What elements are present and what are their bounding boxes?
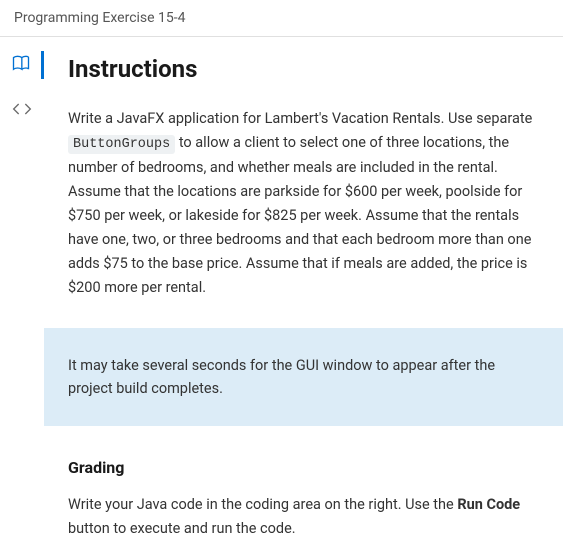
grading-text-b: button to execute and run the code.: [68, 520, 296, 537]
grading-text-a: Write your Java code in the coding area …: [68, 496, 457, 513]
tab-code[interactable]: [0, 97, 44, 125]
instructions-paragraph: Write a JavaFX application for Lambert's…: [44, 97, 563, 310]
para-text-a: Write a JavaFX application for Lambert's…: [68, 110, 532, 127]
para-text-b: to allow a client to select one of three…: [68, 134, 531, 296]
sidebar: [0, 37, 44, 551]
info-note-box: It may take several seconds for the GUI …: [44, 328, 563, 426]
code-token-buttongroups: ButtonGroups: [68, 135, 175, 154]
content-area: Instructions Write a JavaFX application …: [44, 37, 563, 551]
info-note-text: It may take several seconds for the GUI …: [68, 357, 495, 397]
tab-instructions[interactable]: [0, 51, 44, 79]
grading-paragraph: Write your Java code in the coding area …: [44, 483, 563, 551]
book-icon: [11, 53, 31, 77]
grading-heading: Grading: [44, 444, 563, 483]
instructions-heading: Instructions: [44, 37, 563, 97]
page-header: Programming Exercise 15-4: [0, 0, 563, 37]
run-code-label: Run Code: [457, 496, 520, 513]
body-wrap: Instructions Write a JavaFX application …: [0, 37, 563, 551]
exercise-title: Programming Exercise 15-4: [14, 10, 186, 26]
code-icon: [12, 99, 32, 123]
